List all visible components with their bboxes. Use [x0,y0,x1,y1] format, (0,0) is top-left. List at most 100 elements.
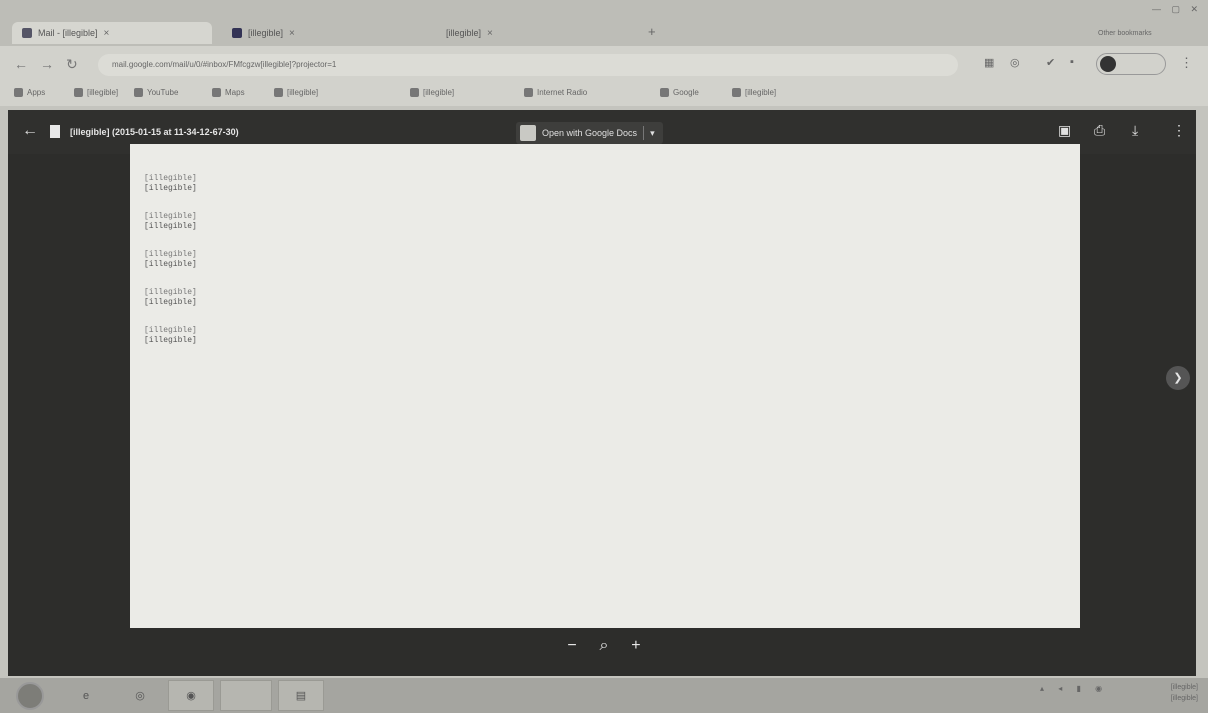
entry-timestamp: [illegible] [144,212,197,221]
screen: Mail - [illegible] × [illegible] × [ille… [0,0,1208,713]
chat-entry: [illegible] [illegible] [144,250,197,270]
print-icon[interactable]: ⎙ [1094,122,1105,139]
explorer-icon[interactable]: ▤ [278,680,324,711]
taskbar: e ◎ ◉ ▤ ▴ ◂ ▮ ◉ [illegible] [illegible] [0,678,1208,713]
bookmarks-bar: Apps [illegible] YouTube Maps [illegible… [0,82,1208,106]
bookmark-label: [illegible] [87,88,119,97]
back-arrow-icon[interactable]: ← [22,122,38,140]
bookmark-label: [illegible] [745,88,777,97]
tab-third[interactable]: [illegible] × [436,22,641,44]
check-icon[interactable]: ✔ [1046,56,1055,69]
tab-label: Mail - [illegible] [38,28,98,38]
open-with-label: Open with Google Docs [542,128,638,138]
bookmark-maps[interactable]: Maps [212,88,245,97]
more-options-icon[interactable]: ⋮ [1172,122,1186,139]
close-tab-icon[interactable]: × [289,28,295,39]
entry-text: [illegible] [144,222,197,231]
clock[interactable]: [illegible] [illegible] [1140,682,1198,708]
other-bookmarks[interactable]: Other bookmarks [1098,30,1152,37]
entry-text: [illegible] [144,336,197,345]
entry-text: [illegible] [144,184,197,193]
google-docs-icon [520,125,536,141]
gmail-favicon-icon [22,28,32,38]
close-tab-icon[interactable]: × [104,28,110,39]
document-page: [illegible] [illegible] [illegible] [ill… [130,144,1080,628]
start-orb-icon [16,681,44,710]
zoom-controls: − ⌕ + [556,630,652,662]
chat-entry: [illegible] [illegible] [144,288,197,308]
bookmark-favicon-icon [732,88,741,97]
bookmark-google[interactable]: Google [660,88,699,97]
bookmark-label: [illegible] [287,88,319,97]
bookmark-favicon-icon [74,88,83,97]
forward-icon[interactable]: → [40,56,54,72]
start-button[interactable] [10,680,50,711]
attachment-viewer: ← [illegible] (2015-01-15 at 11-34-12-67… [8,110,1196,676]
chat-entry: [illegible] [illegible] [144,212,197,232]
entry-text: [illegible] [144,260,197,269]
entry-timestamp: [illegible] [144,326,197,335]
entry-timestamp: [illegible] [144,288,197,297]
next-arrow-icon[interactable]: ❯ [1166,366,1190,390]
window-controls[interactable]: — ▢ ✕ [1152,4,1202,15]
divider [643,126,645,140]
bookmark-label: Maps [225,88,245,97]
google-icon [660,88,669,97]
youtube-icon [134,88,143,97]
apps-icon [14,88,23,97]
bookmark-internet-radio[interactable]: Internet Radio [524,88,587,97]
bookmark-favicon-icon [410,88,419,97]
chat-entry: [illegible] [illegible] [144,174,197,194]
open-with-button[interactable]: Open with Google Docs ▾ [516,122,663,144]
clock-date: [illegible] [1170,695,1198,702]
bookmark-apps[interactable]: Apps [14,88,45,97]
bookmark-label: Google [673,88,699,97]
chrome-icon[interactable]: ◉ [168,680,214,711]
bookmark-item[interactable]: [illegible] [732,88,776,97]
browser-toolbar: ← → ↻ mail.google.com/mail/u/0/#inbox/FM… [0,46,1208,82]
reload-icon[interactable]: ↻ [66,56,78,73]
clock-time: [illegible] [1170,684,1198,691]
profile-button[interactable] [1096,53,1166,75]
bookmark-label: [illegible] [423,88,455,97]
tab-gmail[interactable]: Mail - [illegible] × [12,22,212,44]
entry-timestamp: [illegible] [144,250,197,259]
close-tab-icon[interactable]: × [487,28,493,39]
zoom-out-button[interactable]: − [567,637,576,655]
bookmark-favicon-icon [274,88,283,97]
bookmark-item[interactable]: [illegible] [74,88,118,97]
bookmark-youtube[interactable]: YouTube [134,88,178,97]
media-icon[interactable]: ◎ [118,680,162,711]
tab-label: [illegible] [248,28,284,38]
avatar [1100,56,1116,72]
bookmark-item[interactable]: [illegible] [410,88,454,97]
new-tab-button[interactable]: + [648,24,656,39]
entry-timestamp: [illegible] [144,174,197,183]
window-thumb[interactable] [220,680,272,711]
bookmark-label: YouTube [147,88,179,97]
menu-kebab-icon[interactable]: ⋮ [1180,55,1193,71]
address-bar[interactable]: mail.google.com/mail/u/0/#inbox/FMfcgzw[… [98,54,958,76]
file-title: [illegible] (2015-01-15 at 11-34-12-67-3… [70,127,239,137]
tab-strip: Mail - [illegible] × [illegible] × [ille… [0,0,1208,46]
extension-icon[interactable]: ▪ [1070,56,1074,68]
tab-label: [illegible] [446,28,482,38]
file-icon [50,125,60,138]
bookmark-label: Internet Radio [537,88,588,97]
entry-text: [illegible] [144,298,197,307]
extension-icon[interactable]: ◎ [1010,56,1020,69]
tab-favicon-icon [232,28,242,38]
magnifier-icon[interactable]: ⌕ [600,637,609,655]
system-tray[interactable]: ▴ ◂ ▮ ◉ [1040,684,1108,693]
extension-icon[interactable]: ▦ [984,56,994,69]
bookmark-label: Apps [27,88,46,97]
back-icon[interactable]: ← [14,56,28,72]
tab-second[interactable]: [illegible] × [222,22,427,44]
add-to-drive-icon[interactable]: ▣ [1058,122,1071,139]
download-icon[interactable]: ⤓ [1132,122,1138,139]
bookmark-item[interactable]: [illegible] [274,88,318,97]
chevron-down-icon[interactable]: ▾ [650,128,655,139]
maps-icon [212,88,221,97]
zoom-in-button[interactable]: + [631,637,640,655]
ie-icon[interactable]: e [64,680,108,711]
